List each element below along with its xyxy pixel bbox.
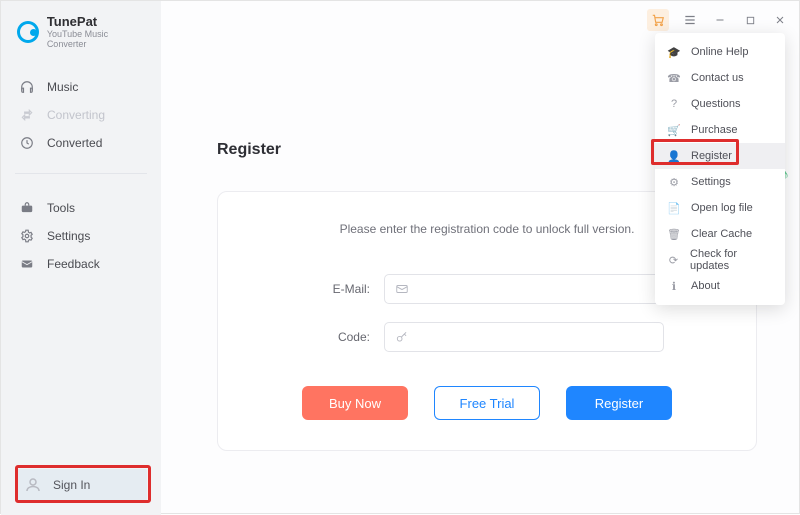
card-message: Please enter the registration code to un… xyxy=(254,222,720,236)
menu-item-label: Check for updates xyxy=(690,248,773,272)
code-field[interactable] xyxy=(384,322,664,352)
menu-item-label: Contact us xyxy=(691,72,744,84)
info-icon: ℹ xyxy=(667,280,681,293)
document-icon: 📄 xyxy=(667,202,681,215)
sidebar-item-music[interactable]: Music xyxy=(1,73,161,101)
main: + ♪ Register Please enter the registrati… xyxy=(161,1,799,513)
menu-item-label: Questions xyxy=(691,98,741,110)
menu-item-label: Open log file xyxy=(691,202,753,214)
menu-item-clear-cache[interactable]: 🗑 Clear Cache xyxy=(655,221,785,247)
close-button[interactable] xyxy=(771,11,789,29)
sidebar-item-converting[interactable]: Converting xyxy=(1,101,161,129)
menu-item-label: Clear Cache xyxy=(691,228,752,240)
app-title: TunePat xyxy=(47,15,149,29)
app-subtitle: YouTube Music Converter xyxy=(47,29,149,49)
menu-item-settings[interactable]: ⚙ Settings xyxy=(655,169,785,195)
headphones-icon xyxy=(19,79,35,95)
nav-primary: Music Converting Converted xyxy=(1,59,161,167)
register-button[interactable]: Register xyxy=(566,386,672,420)
divider xyxy=(15,173,147,174)
free-trial-button[interactable]: Free Trial xyxy=(434,386,540,420)
envelope-icon xyxy=(395,282,411,296)
minimize-icon xyxy=(714,14,726,26)
menu-item-questions[interactable]: ? Questions xyxy=(655,91,785,117)
maximize-button[interactable] xyxy=(741,11,759,29)
phone-icon: ☎ xyxy=(667,72,681,85)
sidebar-item-tools[interactable]: Tools xyxy=(1,194,161,222)
sidebar-item-label: Feedback xyxy=(47,257,100,271)
clock-icon xyxy=(19,135,35,151)
graduation-icon: 🎓 xyxy=(667,46,681,59)
hamburger-menu-button[interactable] xyxy=(681,11,699,29)
sidebar: TunePat YouTube Music Converter Music Co… xyxy=(1,1,161,515)
cart-button[interactable] xyxy=(647,9,669,31)
titlebar xyxy=(647,9,789,31)
page-title: Register xyxy=(217,141,281,159)
sidebar-item-feedback[interactable]: Feedback xyxy=(1,250,161,278)
free-trial-label: Free Trial xyxy=(460,396,515,411)
mail-icon xyxy=(19,256,35,272)
menu-item-purchase[interactable]: 🛒 Purchase xyxy=(655,117,785,143)
menu-item-register[interactable]: 👤 Register xyxy=(655,143,785,169)
code-label: Code: xyxy=(310,330,370,344)
menu-item-check-for-updates[interactable]: ⟳ Check for updates xyxy=(655,247,785,273)
sidebar-item-label: Converted xyxy=(47,136,102,150)
sidebar-item-label: Settings xyxy=(47,229,90,243)
refresh-icon: ⟳ xyxy=(667,254,680,267)
close-icon xyxy=(774,14,786,26)
maximize-icon xyxy=(745,15,756,26)
cart-icon xyxy=(651,13,665,27)
converting-icon xyxy=(19,107,35,123)
sidebar-item-settings[interactable]: Settings xyxy=(1,222,161,250)
sign-in-label: Sign In xyxy=(53,478,90,492)
menu-item-online-help[interactable]: 🎓 Online Help xyxy=(655,39,785,65)
minimize-button[interactable] xyxy=(711,11,729,29)
trash-icon: 🗑 xyxy=(667,228,681,241)
buy-now-label: Buy Now xyxy=(329,396,381,411)
menu-item-label: Purchase xyxy=(691,124,737,136)
app-logo xyxy=(17,21,39,43)
menu-icon xyxy=(683,13,697,27)
buy-now-button[interactable]: Buy Now xyxy=(302,386,408,420)
gear-icon: ⚙ xyxy=(667,176,681,189)
sidebar-item-converted[interactable]: Converted xyxy=(1,129,161,157)
sign-in-button[interactable]: Sign In xyxy=(15,469,147,501)
gear-icon xyxy=(19,228,35,244)
user-plus-icon: 👤 xyxy=(667,150,681,163)
menu-item-contact-us[interactable]: ☎ Contact us xyxy=(655,65,785,91)
menu-item-label: About xyxy=(691,280,720,292)
email-field[interactable] xyxy=(384,274,664,304)
app-menu-dropdown: 🎓 Online Help ☎ Contact us ? Questions 🛒 Pur… xyxy=(655,33,785,305)
register-label: Register xyxy=(595,396,643,411)
menu-item-label: Online Help xyxy=(691,46,748,58)
menu-item-open-log-file[interactable]: 📄 Open log file xyxy=(655,195,785,221)
sidebar-item-label: Converting xyxy=(47,108,105,122)
sidebar-item-label: Music xyxy=(47,80,78,94)
toolbox-icon xyxy=(19,200,35,216)
user-icon xyxy=(23,475,43,495)
email-label: E-Mail: xyxy=(310,282,370,296)
nav-secondary: Tools Settings Feedback xyxy=(1,180,161,288)
sidebar-item-label: Tools xyxy=(47,201,75,215)
question-icon: ? xyxy=(667,98,681,110)
key-icon xyxy=(395,330,411,344)
brand: TunePat YouTube Music Converter xyxy=(1,1,161,59)
cart-icon: 🛒 xyxy=(667,124,681,137)
menu-item-label: Settings xyxy=(691,176,731,188)
menu-item-about[interactable]: ℹ About xyxy=(655,273,785,299)
menu-item-label: Register xyxy=(691,150,732,162)
